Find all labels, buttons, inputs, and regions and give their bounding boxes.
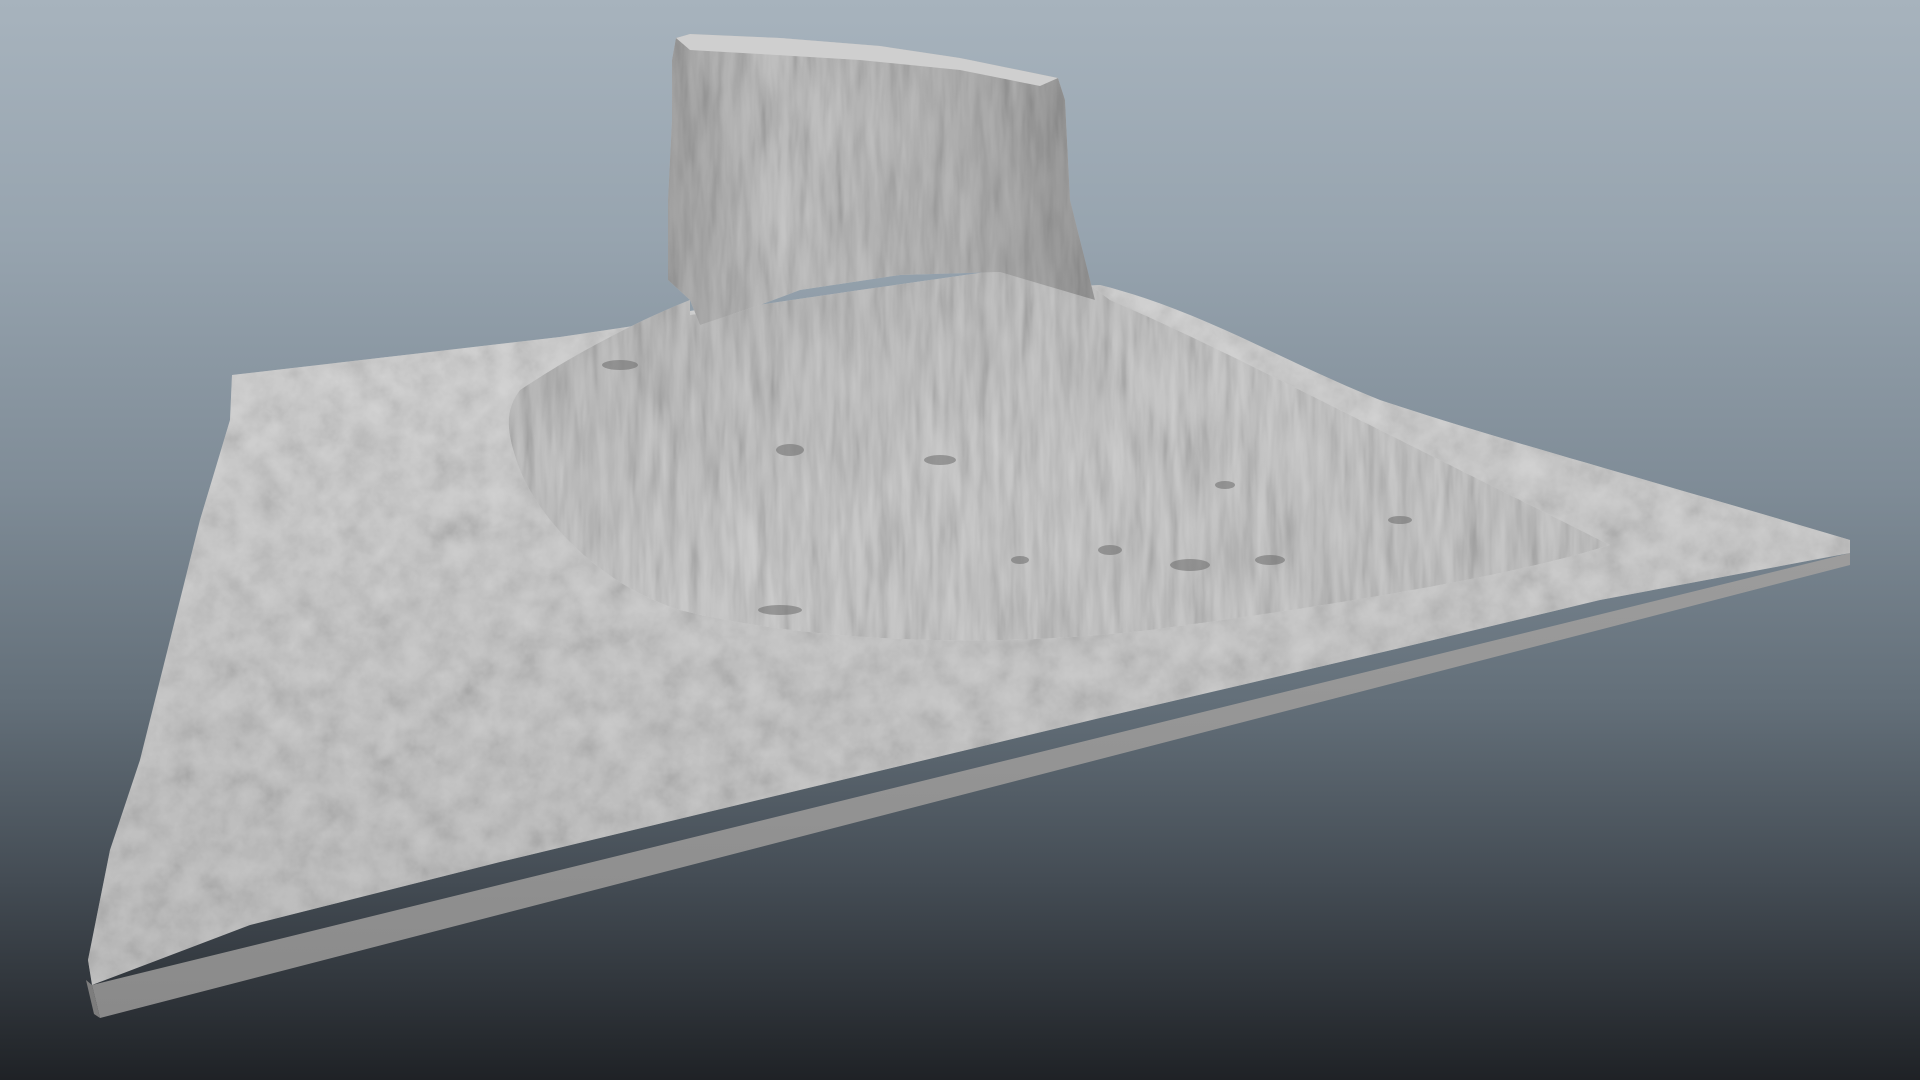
terrain-render <box>86 34 1850 1018</box>
3d-viewport[interactable] <box>0 0 1920 1080</box>
